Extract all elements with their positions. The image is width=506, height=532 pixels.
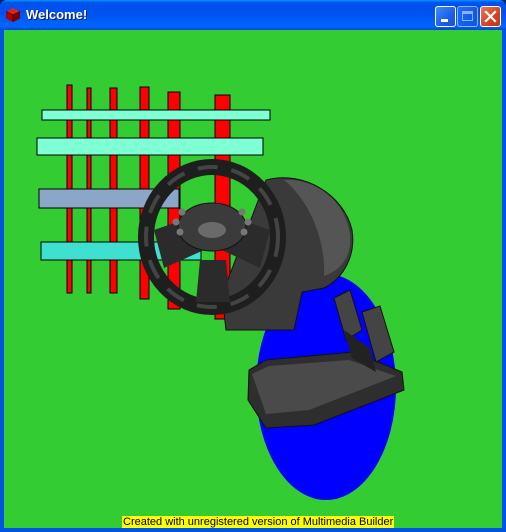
maximize-button	[457, 6, 478, 27]
close-button[interactable]	[480, 6, 501, 27]
aqua-bar-second	[36, 137, 264, 156]
graphics-canvas	[36, 84, 405, 500]
window-bottom-border	[0, 528, 506, 532]
app-cube-icon	[5, 8, 21, 22]
unregistered-footer-label: Created with unregistered version of Mul…	[122, 516, 395, 528]
title-bar[interactable]: Welcome!	[0, 0, 506, 30]
content-area: Created with unregistered version of Mul…	[4, 30, 502, 528]
minimize-button[interactable]	[435, 6, 456, 27]
minimize-icon	[441, 19, 448, 22]
window-title: Welcome!	[26, 7, 88, 22]
aqua-bar-top	[41, 109, 271, 121]
app-window: Welcome! Created with unregistered versi…	[0, 0, 506, 532]
close-icon	[484, 10, 497, 23]
maximize-icon	[462, 11, 473, 21]
